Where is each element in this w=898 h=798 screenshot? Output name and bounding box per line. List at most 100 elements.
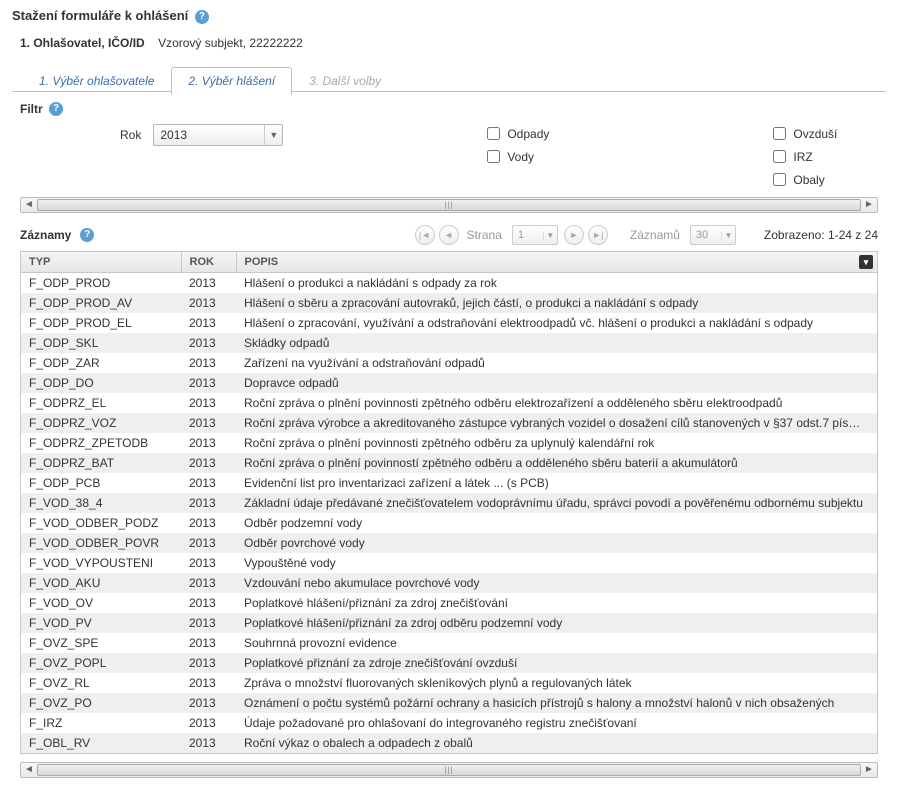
checkbox[interactable] <box>487 127 500 140</box>
cell-popis: Údaje požadované pro ohlašovaní do integ… <box>236 713 877 733</box>
col-header-typ[interactable]: TYP <box>21 252 181 273</box>
last-page-button[interactable]: ►| <box>588 225 608 245</box>
col-header-rok[interactable]: ROK <box>181 252 236 273</box>
col-header-popis[interactable]: POPIS ▾ <box>236 252 877 273</box>
table-row[interactable]: F_ODP_PROD_EL2013Hlášení o zpracování, v… <box>21 313 877 333</box>
h-scrollbar-top[interactable]: ◄ ||| ► <box>20 197 878 213</box>
cell-popis: Roční zpráva o plnění povinností zpětnéh… <box>236 453 877 473</box>
filter-check-right-2[interactable]: Obaly <box>769 170 837 189</box>
cell-popis: Zpráva o množství fluorovaných skleníkov… <box>236 673 877 693</box>
help-icon[interactable]: ? <box>49 102 63 116</box>
filter-check-right-0[interactable]: Ovzduší <box>769 124 837 143</box>
year-label: Rok <box>120 128 141 142</box>
help-icon[interactable]: ? <box>195 10 209 24</box>
tab-1[interactable]: 2. Výběr hlášení <box>171 67 292 95</box>
first-page-button[interactable]: |◄ <box>415 225 435 245</box>
checkbox[interactable] <box>487 150 500 163</box>
table-row[interactable]: F_OVZ_RL2013Zpráva o množství fluorovaný… <box>21 673 877 693</box>
cell-popis: Hlášení o zpracování, využívání a odstra… <box>236 313 877 333</box>
checkbox[interactable] <box>773 173 786 186</box>
page-title-text: Stažení formuláře k ohlášení <box>12 8 188 23</box>
shown-label: Zobrazeno: 1-24 z 24 <box>764 228 878 242</box>
chevron-down-icon: ▼ <box>264 125 282 145</box>
table-row[interactable]: F_VOD_PV2013Poplatkové hlášení/přiznání … <box>21 613 877 633</box>
filter-title-text: Filtr <box>20 102 43 116</box>
table-row[interactable]: F_OVZ_POPL2013Poplatkové přiznání za zdr… <box>21 653 877 673</box>
cell-rok: 2013 <box>181 413 236 433</box>
cell-popis: Vzdouvání nebo akumulace povrchové vody <box>236 573 877 593</box>
cell-typ: F_ODP_PCB <box>21 473 181 493</box>
page-combo[interactable]: 1 ▼ <box>512 225 558 245</box>
scroll-track[interactable]: ||| <box>37 763 861 777</box>
cell-typ: F_VOD_OV <box>21 593 181 613</box>
page-title: Stažení formuláře k ohlášení ? <box>12 8 886 24</box>
column-menu-icon[interactable]: ▾ <box>859 255 873 269</box>
cell-typ: F_ODP_SKL <box>21 333 181 353</box>
scroll-right-icon[interactable]: ► <box>861 763 877 777</box>
cell-rok: 2013 <box>181 533 236 553</box>
table-row[interactable]: F_OVZ_PO2013Oznámení o počtu systémů pož… <box>21 693 877 713</box>
table-row[interactable]: F_IRZ2013Údaje požadované pro ohlašovaní… <box>21 713 877 733</box>
cell-popis: Poplatkové hlášení/přiznání za zdroj odb… <box>236 613 877 633</box>
help-icon[interactable]: ? <box>80 228 94 242</box>
scroll-thumb[interactable]: ||| <box>37 764 861 776</box>
next-page-button[interactable]: ► <box>564 225 584 245</box>
filter-check-mid-1[interactable]: Vody <box>483 147 549 166</box>
table-row[interactable]: F_ODP_PROD2013Hlášení o produkci a naklá… <box>21 273 877 294</box>
cell-typ: F_ODPRZ_ZPETODB <box>21 433 181 453</box>
scroll-right-icon[interactable]: ► <box>861 198 877 212</box>
tab-0[interactable]: 1. Výběr ohlašovatele <box>22 67 171 94</box>
filter-check-right-1[interactable]: IRZ <box>769 147 837 166</box>
table-row[interactable]: F_VOD_ODBER_PODZ2013Odběr podzemní vody <box>21 513 877 533</box>
cell-typ: F_VOD_ODBER_POVR <box>21 533 181 553</box>
scroll-left-icon[interactable]: ◄ <box>21 198 37 212</box>
table-row[interactable]: F_ODPRZ_ZPETODB2013Roční zpráva o plnění… <box>21 433 877 453</box>
tabs: 1. Výběr ohlašovatele2. Výběr hlášení3. … <box>12 66 886 92</box>
table-row[interactable]: F_ODPRZ_EL2013Roční zpráva o plnění povi… <box>21 393 877 413</box>
h-scrollbar-bottom[interactable]: ◄ ||| ► <box>20 762 878 778</box>
cell-typ: F_OVZ_PO <box>21 693 181 713</box>
table-row[interactable]: F_ODP_SKL2013Skládky odpadů <box>21 333 877 353</box>
cell-typ: F_OVZ_RL <box>21 673 181 693</box>
table-row[interactable]: F_VOD_VYPOUSTENI2013Vypouštěné vody <box>21 553 877 573</box>
table-row[interactable]: F_ODP_PROD_AV2013Hlášení o sběru a zprac… <box>21 293 877 313</box>
cell-typ: F_IRZ <box>21 713 181 733</box>
checkbox[interactable] <box>773 150 786 163</box>
cell-popis: Odběr podzemní vody <box>236 513 877 533</box>
cell-rok: 2013 <box>181 333 236 353</box>
page-label: Strana <box>467 228 502 242</box>
scroll-track[interactable]: ||| <box>37 198 861 212</box>
table-row[interactable]: F_VOD_AKU2013Vzdouvání nebo akumulace po… <box>21 573 877 593</box>
perpage-combo[interactable]: 30 ▼ <box>690 225 736 245</box>
checkbox-label: Ovzduší <box>793 127 837 141</box>
cell-popis: Poplatkové přiznání za zdroje znečišťová… <box>236 653 877 673</box>
prev-page-button[interactable]: ◄ <box>439 225 459 245</box>
table-row[interactable]: F_VOD_OV2013Poplatkové hlášení/přiznání … <box>21 593 877 613</box>
table-row[interactable]: F_ODPRZ_BAT2013Roční zpráva o plnění pov… <box>21 453 877 473</box>
scroll-left-icon[interactable]: ◄ <box>21 763 37 777</box>
table-row[interactable]: F_ODPRZ_VOZ2013Roční zpráva výrobce a ak… <box>21 413 877 433</box>
year-combo[interactable]: 2013 ▼ <box>153 124 283 146</box>
table-row[interactable]: F_VOD_38_42013Základní údaje předávané z… <box>21 493 877 513</box>
cell-rok: 2013 <box>181 273 236 294</box>
cell-rok: 2013 <box>181 473 236 493</box>
cell-typ: F_VOD_AKU <box>21 573 181 593</box>
table-row[interactable]: F_OBL_RV2013Roční výkaz o obalech a odpa… <box>21 733 877 753</box>
cell-rok: 2013 <box>181 293 236 313</box>
filter-checks-mid: Odpady Vody <box>483 124 549 166</box>
cell-popis: Odběr povrchové vody <box>236 533 877 553</box>
cell-popis: Oznámení o počtu systémů požární ochrany… <box>236 693 877 713</box>
table-row[interactable]: F_ODP_PCB2013Evidenční list pro inventar… <box>21 473 877 493</box>
filter-check-mid-0[interactable]: Odpady <box>483 124 549 143</box>
cell-typ: F_ODP_PROD <box>21 273 181 294</box>
table-row[interactable]: F_VOD_ODBER_POVR2013Odběr povrchové vody <box>21 533 877 553</box>
cell-popis: Hlášení o produkci a nakládání s odpady … <box>236 273 877 294</box>
cell-rok: 2013 <box>181 493 236 513</box>
table-row[interactable]: F_OVZ_SPE2013Souhrnná provozní evidence <box>21 633 877 653</box>
table-row[interactable]: F_ODP_ZAR2013Zařízení na využívání a ods… <box>21 353 877 373</box>
filter-checks-right: Ovzduší IRZ Obaly <box>769 124 837 189</box>
scroll-thumb[interactable]: ||| <box>37 199 861 211</box>
table-row[interactable]: F_ODP_DO2013Dopravce odpadů <box>21 373 877 393</box>
cell-typ: F_ODP_DO <box>21 373 181 393</box>
checkbox[interactable] <box>773 127 786 140</box>
